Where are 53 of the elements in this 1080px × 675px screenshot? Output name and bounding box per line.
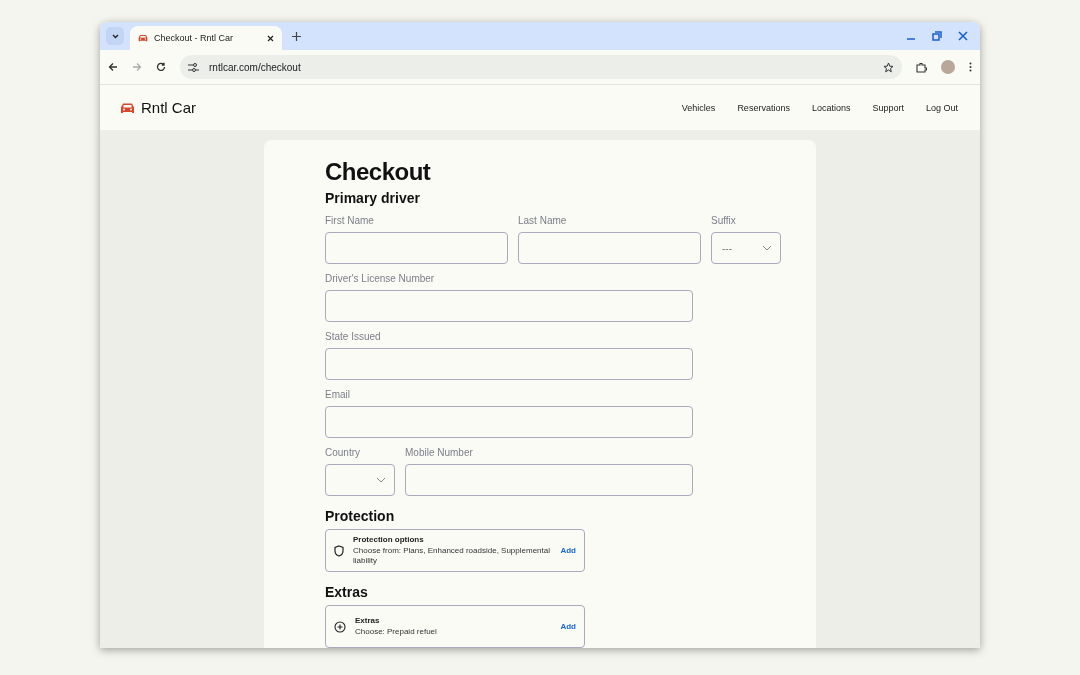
menu-icon[interactable]: [969, 62, 972, 72]
browser-tab[interactable]: Checkout - Rntl Car: [130, 26, 282, 50]
chevron-down-icon: [762, 245, 772, 251]
close-icon[interactable]: [267, 34, 274, 42]
text-field[interactable]: [325, 348, 693, 380]
option-title: Extras: [355, 616, 381, 625]
field-label: Mobile Number: [405, 447, 474, 458]
option-title: Protection options: [353, 535, 425, 544]
select-field[interactable]: [325, 464, 395, 496]
nav-link[interactable]: Support: [872, 102, 904, 113]
car-icon: [138, 34, 148, 42]
select-field[interactable]: ---: [711, 232, 781, 264]
star-icon[interactable]: [883, 61, 894, 73]
field-label: Email: [325, 389, 351, 400]
site-settings-icon[interactable]: [188, 62, 199, 72]
chevron-down-icon: [376, 477, 386, 483]
reload-icon[interactable]: [156, 62, 166, 72]
section-heading: Primary driver: [325, 190, 421, 206]
text-field[interactable]: [325, 290, 693, 322]
add-link[interactable]: Add: [560, 546, 576, 555]
field-label: State Issued: [325, 331, 382, 342]
add-link[interactable]: Add: [560, 622, 576, 631]
text-field[interactable]: [325, 406, 693, 438]
new-tab-icon[interactable]: [292, 32, 301, 41]
tab-list-button[interactable]: [106, 27, 124, 45]
nav-link[interactable]: Reservations: [737, 102, 790, 113]
option-description: Choose: Prepaid refuel: [355, 627, 438, 637]
field-label: Last Name: [518, 215, 568, 226]
nav-link[interactable]: Locations: [811, 102, 851, 113]
forward-arrow-icon[interactable]: [132, 62, 142, 72]
nav-link[interactable]: Log Out: [925, 102, 958, 113]
text-field[interactable]: [325, 232, 508, 264]
profile-avatar[interactable]: [941, 60, 955, 74]
text-field[interactable]: [405, 464, 693, 496]
address-bar[interactable]: rntlcar.com/checkout: [180, 55, 902, 79]
text-field[interactable]: [518, 232, 701, 264]
field-label: First Name: [325, 215, 375, 226]
restore-icon[interactable]: [932, 31, 942, 41]
field-label: Country: [325, 447, 361, 458]
add-circle-icon: [334, 620, 346, 633]
section-heading: Extras: [325, 584, 369, 600]
field-label: Driver's License Number: [325, 273, 436, 284]
section-heading: Protection: [325, 508, 396, 524]
nav-link[interactable]: Vehicles: [681, 102, 716, 113]
car-icon: [120, 101, 135, 114]
option-description: Choose from: Plans, Enhanced roadside, Supplemental liability: [353, 546, 551, 566]
brand-name[interactable]: Rntl Car: [141, 99, 196, 116]
chevron-down-icon: [111, 33, 119, 39]
shield-icon: [334, 544, 344, 557]
field-label: Suffix: [711, 215, 737, 226]
back-arrow-icon[interactable]: [108, 62, 118, 72]
page-title: Checkout: [325, 158, 432, 186]
puzzle-icon[interactable]: [916, 61, 927, 73]
